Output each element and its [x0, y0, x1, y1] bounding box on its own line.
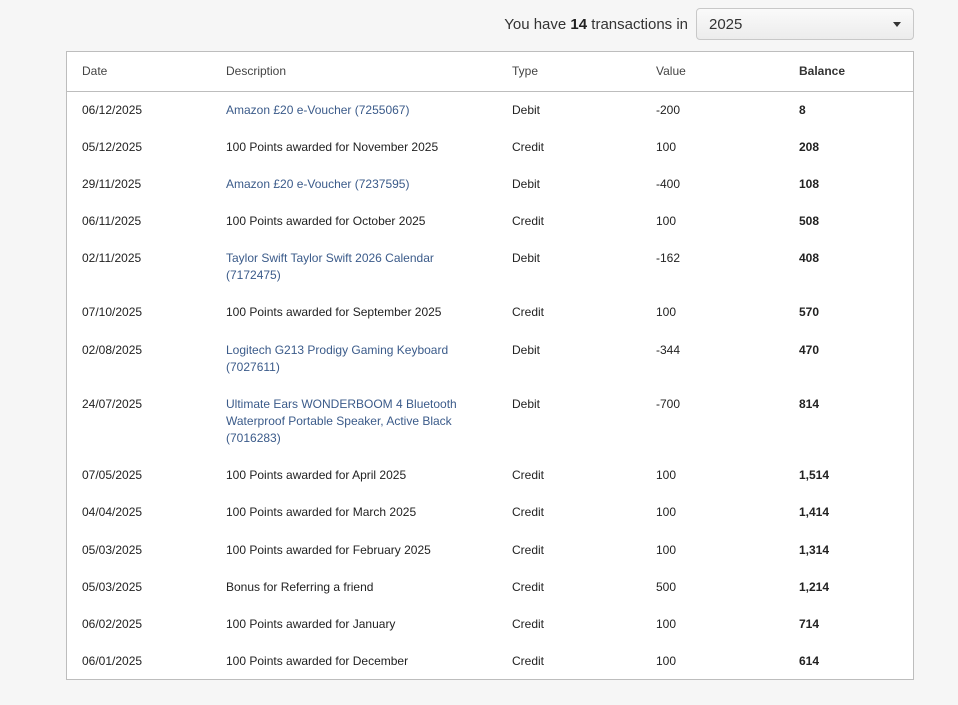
row-type: Credit	[512, 468, 545, 482]
row-value: 100	[656, 214, 677, 228]
row-date: 24/07/2025	[82, 397, 143, 411]
row-balance: 570	[799, 305, 820, 319]
row-balance: 814	[799, 397, 820, 411]
row-type: Debit	[512, 251, 541, 265]
order-link[interactable]: Amazon £20 e-Voucher (7237595)	[226, 177, 409, 191]
row-balance: 1,514	[799, 468, 830, 482]
row-date: 02/08/2025	[82, 343, 143, 357]
transactions-toolbar: You have 14 transactions in 2025	[0, 7, 914, 41]
row-type: Debit	[512, 103, 541, 117]
row-value: 100	[656, 305, 677, 319]
row-balance: 1,214	[799, 580, 830, 594]
row-type: Credit	[512, 214, 545, 228]
header-description: Description	[226, 64, 287, 78]
transaction-count: 14	[570, 15, 588, 33]
row-description: 100 Points awarded for September 2025	[226, 305, 442, 319]
row-date: 05/03/2025	[82, 580, 143, 594]
row-value: 500	[656, 580, 677, 594]
row-type: Credit	[512, 654, 545, 668]
order-link[interactable]: Ultimate Ears WONDERBOOM 4 Bluetooth Wat…	[226, 397, 457, 445]
row-value: -200	[656, 103, 681, 117]
row-date: 06/12/2025	[82, 103, 143, 117]
header-balance: Balance	[799, 64, 846, 78]
row-description: Amazon £20 e-Voucher (7255067)	[226, 102, 471, 119]
year-select-value: 2025	[709, 15, 743, 33]
row-description: 100 Points awarded for October 2025	[226, 214, 426, 228]
row-type: Credit	[512, 140, 545, 154]
row-description: 100 Points awarded for January	[226, 617, 396, 631]
row-date: 06/11/2025	[82, 214, 142, 228]
row-value: -344	[656, 343, 681, 357]
summary-prefix: You have	[504, 15, 567, 33]
row-value: 100	[656, 505, 677, 519]
row-balance: 1,414	[799, 505, 830, 519]
row-value: -162	[656, 251, 681, 265]
row-balance: 470	[799, 343, 820, 357]
row-balance: 8	[799, 103, 806, 117]
row-date: 07/05/2025	[82, 468, 143, 482]
row-description: Logitech G213 Prodigy Gaming Keyboard (7…	[226, 342, 471, 376]
row-date: 04/04/2025	[82, 505, 143, 519]
row-description: Amazon £20 e-Voucher (7237595)	[226, 176, 471, 193]
row-description: 100 Points awarded for November 2025	[226, 140, 439, 154]
year-select[interactable]: 2025	[696, 8, 914, 40]
table-header: Date Description Type Value Balance	[67, 52, 913, 92]
transactions-table: Date Description Type Value Balance 06/1…	[66, 51, 914, 680]
row-type: Credit	[512, 580, 545, 594]
row-value: 100	[656, 140, 677, 154]
row-type: Debit	[512, 397, 541, 411]
order-link[interactable]: Amazon £20 e-Voucher (7255067)	[226, 103, 409, 117]
row-date: 05/03/2025	[82, 543, 143, 557]
row-value: -700	[656, 397, 681, 411]
row-balance: 408	[799, 251, 820, 265]
row-description: 100 Points awarded for February 2025	[226, 543, 431, 557]
chevron-down-icon	[893, 21, 901, 27]
row-date: 29/11/2025	[82, 177, 142, 191]
row-type: Debit	[512, 177, 541, 191]
row-balance: 208	[799, 140, 820, 154]
row-description: 100 Points awarded for December	[226, 654, 409, 668]
row-type: Credit	[512, 617, 545, 631]
summary-suffix: transactions in	[591, 15, 688, 33]
row-value: 100	[656, 654, 677, 668]
row-date: 06/01/2025	[82, 654, 143, 668]
order-link[interactable]: Taylor Swift Taylor Swift 2026 Calendar …	[226, 251, 434, 282]
row-value: -400	[656, 177, 681, 191]
header-value: Value	[656, 64, 686, 78]
row-description: Ultimate Ears WONDERBOOM 4 Bluetooth Wat…	[226, 396, 471, 447]
header-date: Date	[82, 64, 108, 78]
row-value: 100	[656, 543, 677, 557]
row-description: Bonus for Referring a friend	[226, 580, 374, 594]
row-description: Taylor Swift Taylor Swift 2026 Calendar …	[226, 250, 471, 284]
header-type: Type	[512, 64, 539, 78]
row-date: 06/02/2025	[82, 617, 143, 631]
row-balance: 614	[799, 654, 820, 668]
row-type: Credit	[512, 543, 545, 557]
row-description: 100 Points awarded for April 2025	[226, 468, 407, 482]
row-type: Credit	[512, 305, 545, 319]
row-balance: 108	[799, 177, 820, 191]
row-value: 100	[656, 617, 677, 631]
row-balance: 508	[799, 214, 820, 228]
row-balance: 714	[799, 617, 820, 631]
row-value: 100	[656, 468, 677, 482]
row-date: 02/11/2025	[82, 251, 142, 265]
transactions-summary: You have 14 transactions in	[504, 16, 688, 33]
order-link[interactable]: Logitech G213 Prodigy Gaming Keyboard (7…	[226, 343, 448, 374]
row-type: Debit	[512, 343, 541, 357]
row-date: 07/10/2025	[82, 305, 143, 319]
row-type: Credit	[512, 505, 545, 519]
row-description: 100 Points awarded for March 2025	[226, 505, 417, 519]
row-date: 05/12/2025	[82, 140, 143, 154]
row-balance: 1,314	[799, 543, 830, 557]
